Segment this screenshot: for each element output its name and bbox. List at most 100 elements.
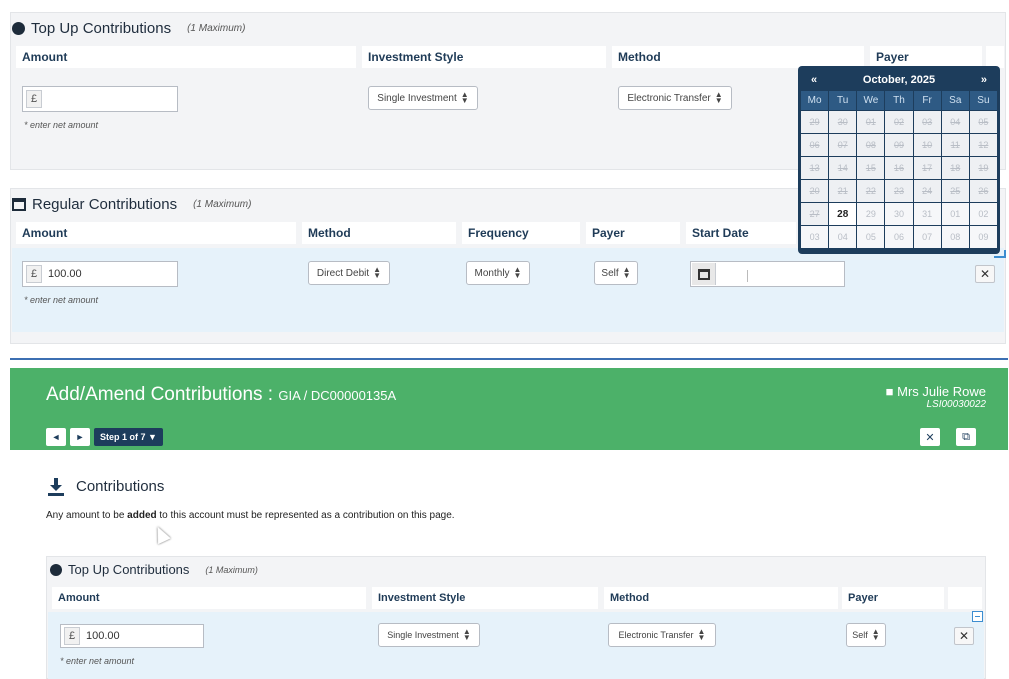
- user-info: ■ Mrs Julie Rowe LSI00030022: [885, 384, 986, 410]
- col-amount: Amount: [16, 222, 296, 244]
- next-step-button[interactable]: ►: [70, 428, 90, 446]
- calendar-day[interactable]: 01: [941, 203, 969, 225]
- weekday-header: Mo: [801, 91, 829, 110]
- col-payer: Payer: [842, 587, 944, 609]
- calendar-day: 05: [969, 111, 997, 133]
- calendar-day: 15: [857, 157, 885, 179]
- col-method: Method: [612, 46, 864, 68]
- select-arrows-icon: ▲ ▼: [622, 265, 631, 280]
- download-icon: [48, 478, 64, 496]
- calendar-day[interactable]: 31: [913, 203, 941, 225]
- contributions-description: Any amount to be added to this account m…: [46, 510, 455, 521]
- coins-icon: [50, 563, 62, 576]
- calendar-day: 18: [941, 157, 969, 179]
- coins-icon: [12, 22, 25, 35]
- col-actions: [986, 46, 1004, 68]
- collapse-icon[interactable]: [972, 611, 983, 622]
- calendar-day: 19: [969, 157, 997, 179]
- calendar-button-icon[interactable]: [692, 263, 716, 285]
- weekday-header: Su: [969, 91, 997, 110]
- remove-top-up-button[interactable]: ✕: [954, 627, 974, 645]
- investment-style-select-upper[interactable]: Single Investment ▲ ▼: [368, 86, 478, 110]
- calendar-day[interactable]: 04: [829, 226, 857, 248]
- calendar-day[interactable]: 07: [913, 226, 941, 248]
- next-month-button[interactable]: »: [981, 74, 987, 86]
- calendar-day[interactable]: 02: [969, 203, 997, 225]
- amount-input-upper[interactable]: £: [22, 86, 178, 112]
- select-arrows-icon: ▲ ▼: [462, 627, 471, 642]
- calendar-day: 01: [857, 111, 885, 133]
- investment-style-select-lower[interactable]: Single Investment ▲ ▼: [378, 623, 480, 647]
- account-ref: GIA / DC00000135A: [278, 388, 397, 403]
- calendar-day[interactable]: 09: [969, 226, 997, 248]
- calendar-day: 09: [885, 134, 913, 156]
- month-label[interactable]: October, 2025: [863, 74, 935, 86]
- close-button[interactable]: ✕: [920, 428, 940, 446]
- method-select-regular[interactable]: Direct Debit ▲ ▼: [308, 261, 390, 285]
- select-arrows-icon: ▲ ▼: [871, 627, 880, 642]
- frequency-select[interactable]: Monthly ▲ ▼: [466, 261, 530, 285]
- calendar-day: 20: [801, 180, 829, 202]
- amount-hint-regular: * enter net amount: [24, 295, 99, 305]
- col-payer: Payer: [870, 46, 982, 68]
- save-button[interactable]: ⧉: [956, 428, 976, 446]
- select-arrows-icon: ▲ ▼: [714, 90, 723, 105]
- step-dropdown[interactable]: Step 1 of 7 ▼: [94, 428, 163, 446]
- calendar-day: 29: [801, 111, 829, 133]
- col-payer: Payer: [586, 222, 680, 244]
- calendar-day: 13: [801, 157, 829, 179]
- page-title: Add/Amend Contributions : GIA / DC000001…: [46, 384, 397, 405]
- prev-step-button[interactable]: ◄: [46, 428, 66, 446]
- start-date-input[interactable]: [690, 261, 845, 287]
- amount-hint-upper: * enter net amount: [24, 120, 99, 130]
- calendar-day: 23: [885, 180, 913, 202]
- calendar-day: 26: [969, 180, 997, 202]
- select-arrows-icon: ▲ ▼: [697, 627, 706, 642]
- method-select-upper[interactable]: Electronic Transfer ▲ ▼: [618, 86, 732, 110]
- calendar-day[interactable]: 08: [941, 226, 969, 248]
- calendar-day: 02: [885, 111, 913, 133]
- col-actions: [948, 587, 982, 609]
- col-amount: Amount: [16, 46, 356, 68]
- payer-select-lower[interactable]: Self ▲ ▼: [846, 623, 886, 647]
- select-arrows-icon: ▲ ▼: [513, 265, 522, 280]
- pound-icon: £: [26, 90, 42, 108]
- col-investment-style: Investment Style: [362, 46, 606, 68]
- top-up-title-lower: Top Up Contributions (1 Maximum): [50, 562, 258, 577]
- calendar-day: 27: [801, 203, 829, 225]
- calendar-day[interactable]: 05: [857, 226, 885, 248]
- calendar-day[interactable]: 29: [857, 203, 885, 225]
- method-select-lower[interactable]: Electronic Transfer ▲ ▼: [608, 623, 716, 647]
- calendar-day[interactable]: 30: [885, 203, 913, 225]
- calendar-day: 11: [941, 134, 969, 156]
- amount-hint-lower: * enter net amount: [60, 656, 135, 666]
- datepicker-header: « October, 2025 »: [801, 69, 997, 91]
- weekday-header: Tu: [829, 91, 857, 110]
- calendar-day[interactable]: 28: [829, 203, 857, 225]
- weekday-header: We: [857, 91, 885, 110]
- col-investment-style: Investment Style: [372, 587, 598, 609]
- calendar-day: 07: [829, 134, 857, 156]
- calendar-day[interactable]: 06: [885, 226, 913, 248]
- remove-regular-button[interactable]: ✕: [975, 265, 995, 283]
- col-method: Method: [302, 222, 456, 244]
- text-cursor-icon: [747, 270, 748, 282]
- divider: [10, 358, 1008, 360]
- datepicker-grid: Mo Tu We Th Fr Sa Su 29 30 01 02 03 04 05 06 07 08 09 10 11…: [801, 91, 997, 248]
- calendar-day: 12: [969, 134, 997, 156]
- pound-icon: £: [26, 265, 42, 283]
- calendar-day: 30: [829, 111, 857, 133]
- mouse-pointer-icon: [151, 523, 171, 545]
- payer-select-regular[interactable]: Self ▲ ▼: [594, 261, 638, 285]
- weekday-header: Th: [885, 91, 913, 110]
- calendar-day: 21: [829, 180, 857, 202]
- amount-input-regular[interactable]: £ 100.00: [22, 261, 178, 287]
- col-frequency: Frequency: [462, 222, 580, 244]
- calendar-day: 24: [913, 180, 941, 202]
- prev-month-button[interactable]: «: [811, 74, 817, 86]
- calendar-day: 06: [801, 134, 829, 156]
- amount-input-lower[interactable]: £ 100.00: [60, 624, 204, 648]
- calendar-day: 17: [913, 157, 941, 179]
- calendar-day: 03: [913, 111, 941, 133]
- calendar-day[interactable]: 03: [801, 226, 829, 248]
